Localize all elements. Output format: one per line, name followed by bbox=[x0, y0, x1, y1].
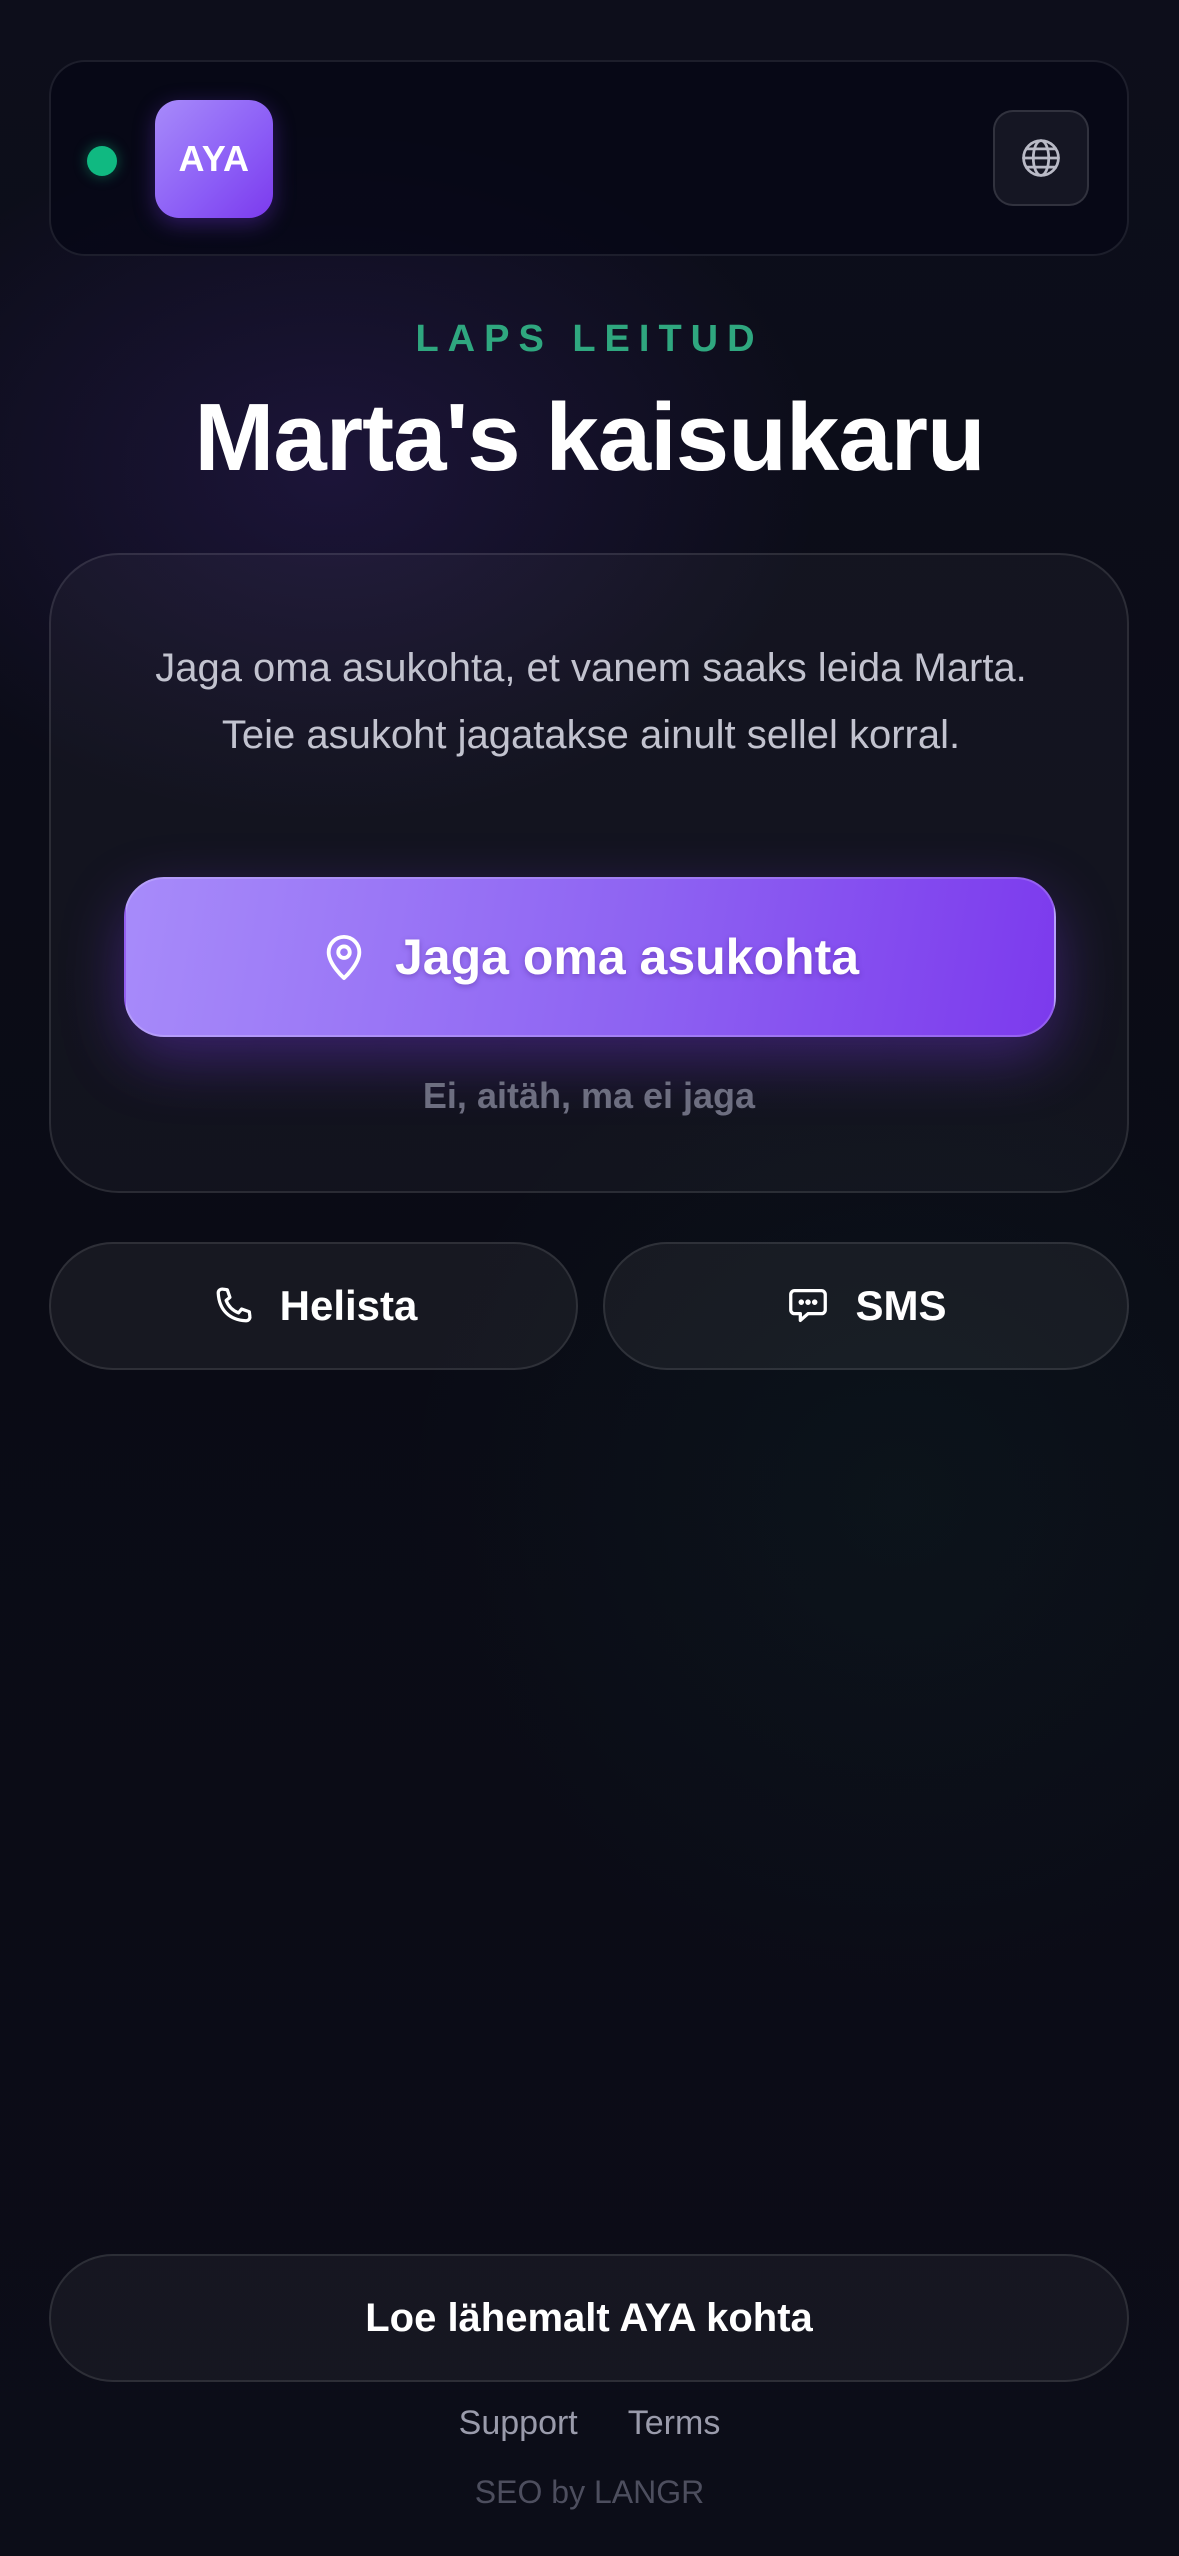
page-title: Marta's kaisukaru bbox=[194, 384, 985, 491]
learn-more-button[interactable]: Loe lähemalt AYA kohta bbox=[49, 2254, 1129, 2382]
share-location-label: Jaga oma asukohta bbox=[394, 929, 860, 985]
seo-credit: SEO by LANGR bbox=[474, 2474, 705, 2510]
share-description: Jaga oma asukohta, et vanem saaks leida … bbox=[155, 646, 1027, 757]
found-item-page: AYA LAPS LEITUD Marta's kaisukaru Jaga o… bbox=[0, 0, 1179, 2556]
phone-icon bbox=[210, 1283, 256, 1329]
location-pin-icon bbox=[321, 931, 367, 983]
share-location-card: Jaga oma asukohta, et vanem saaks leida … bbox=[49, 553, 1129, 1193]
online-status-dot bbox=[87, 146, 117, 176]
top-bar: AYA bbox=[49, 60, 1129, 256]
globe-icon bbox=[1019, 136, 1063, 180]
aya-logo: AYA bbox=[155, 100, 273, 218]
terms-link[interactable]: Terms bbox=[628, 2404, 721, 2443]
support-link[interactable]: Support bbox=[459, 2404, 578, 2443]
sms-button[interactable]: SMS bbox=[603, 1242, 1129, 1370]
chat-bubble-icon bbox=[785, 1283, 831, 1329]
share-location-button[interactable]: Jaga oma asukohta bbox=[124, 877, 1056, 1037]
found-eyebrow: LAPS LEITUD bbox=[415, 318, 764, 360]
decline-share-link[interactable]: Ei, aitäh, ma ei jaga bbox=[51, 1075, 1127, 1117]
call-label: Helista bbox=[279, 1282, 418, 1329]
footer-links: Support Terms bbox=[0, 2404, 1179, 2443]
call-button[interactable]: Helista bbox=[49, 1242, 578, 1370]
sms-label: SMS bbox=[855, 1282, 947, 1329]
language-button[interactable] bbox=[993, 110, 1089, 206]
